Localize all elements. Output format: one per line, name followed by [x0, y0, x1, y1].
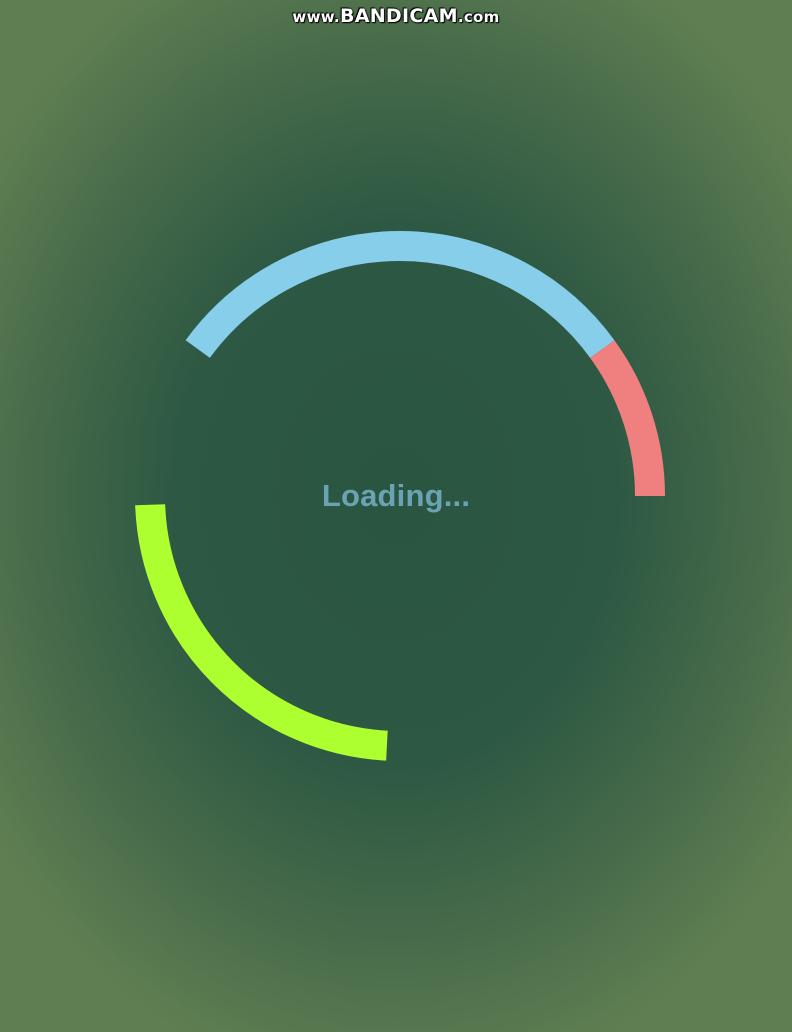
- green-arc: [135, 504, 388, 761]
- loading-spinner: [135, 231, 665, 761]
- blue-arc: [185, 231, 615, 358]
- loading-label: Loading...: [321, 478, 471, 513]
- red-arc: [589, 340, 665, 497]
